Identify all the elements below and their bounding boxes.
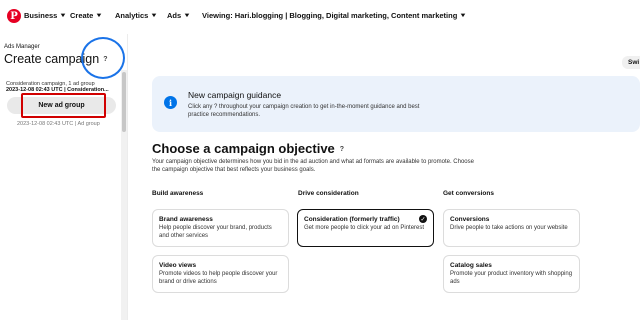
help-icon[interactable]: ? [340,146,344,153]
chevron-down-icon: ▼ [95,12,104,19]
sidebar: Ads Manager Create campaign? Considerati… [0,34,128,320]
objective-card-conversions[interactable]: Conversions Drive people to take actions… [443,209,580,247]
nav-business[interactable]: Business ▼ [24,11,68,20]
card-title: Consideration (formerly traffic) [304,216,400,223]
guidance-text: Click any ? throughout your campaign cre… [188,104,420,118]
chevron-down-icon: ▼ [150,12,159,19]
card-title: Conversions [450,216,490,223]
chevron-down-icon: ▼ [59,12,68,19]
objective-card-brand-awareness[interactable]: Brand awareness Help people discover you… [152,209,289,247]
card-title: Brand awareness [159,216,213,223]
guidance-title: New campaign guidance [188,90,282,100]
objective-title: Choose a campaign objective? [152,141,344,156]
column-header-consideration: Drive consideration [298,190,359,197]
card-description: Promote videos to help people discover y… [159,271,278,285]
card-description: Drive people to take actions on your web… [450,225,568,231]
switch-button[interactable]: Swi [622,56,640,69]
scrollbar-thumb[interactable] [122,72,126,132]
nav-ads-label: Ads [167,11,182,20]
nav-viewing-account[interactable]: Viewing: Hari.blogging | Blogging, Digit… [202,11,468,20]
top-navigation: P Business ▼ Create ▼ Analytics ▼ Ads ▼ View… [0,0,640,32]
nav-analytics[interactable]: Analytics ▼ [115,11,159,20]
column-header-conversions: Get conversions [443,190,494,197]
card-description: Help people discover your brand, product… [159,225,272,239]
chevron-down-icon: ▼ [459,12,468,19]
nav-ads[interactable]: Ads ▼ [167,11,192,20]
nav-analytics-label: Analytics [115,11,149,20]
card-title: Video views [159,262,197,269]
guidance-banner: i New campaign guidance Click any ? thro… [152,76,640,132]
objective-title-text: Choose a campaign objective [152,141,335,156]
card-title: Catalog sales [450,262,492,269]
objective-description: Your campaign objective determines how y… [152,159,474,173]
column-header-awareness: Build awareness [152,190,204,197]
chevron-down-icon: ▼ [183,12,192,19]
highlight-circle [81,37,125,79]
objective-card-catalog-sales[interactable]: Catalog sales Promote your product inven… [443,255,580,293]
ad-group-item[interactable]: 2023-12-08 02:43 UTC | Ad group [17,121,100,127]
highlight-box [21,93,106,118]
pinterest-logo-icon[interactable]: P [7,9,21,23]
objective-card-consideration[interactable]: ✓ Consideration (formerly traffic) Get m… [297,209,434,247]
nav-business-label: Business [24,11,58,20]
nav-create-label: Create [70,11,94,20]
breadcrumb[interactable]: Ads Manager [4,44,40,50]
viewing-account-label: Viewing: Hari.blogging | Blogging, Digit… [202,11,458,20]
card-description: Promote your product inventory with shop… [450,271,573,285]
check-icon: ✓ [419,215,427,223]
objective-card-video-views[interactable]: Video views Promote videos to help peopl… [152,255,289,293]
nav-create[interactable]: Create ▼ [70,11,104,20]
info-icon: i [164,96,177,109]
card-description: Get more people to click your ad on Pint… [304,225,425,231]
